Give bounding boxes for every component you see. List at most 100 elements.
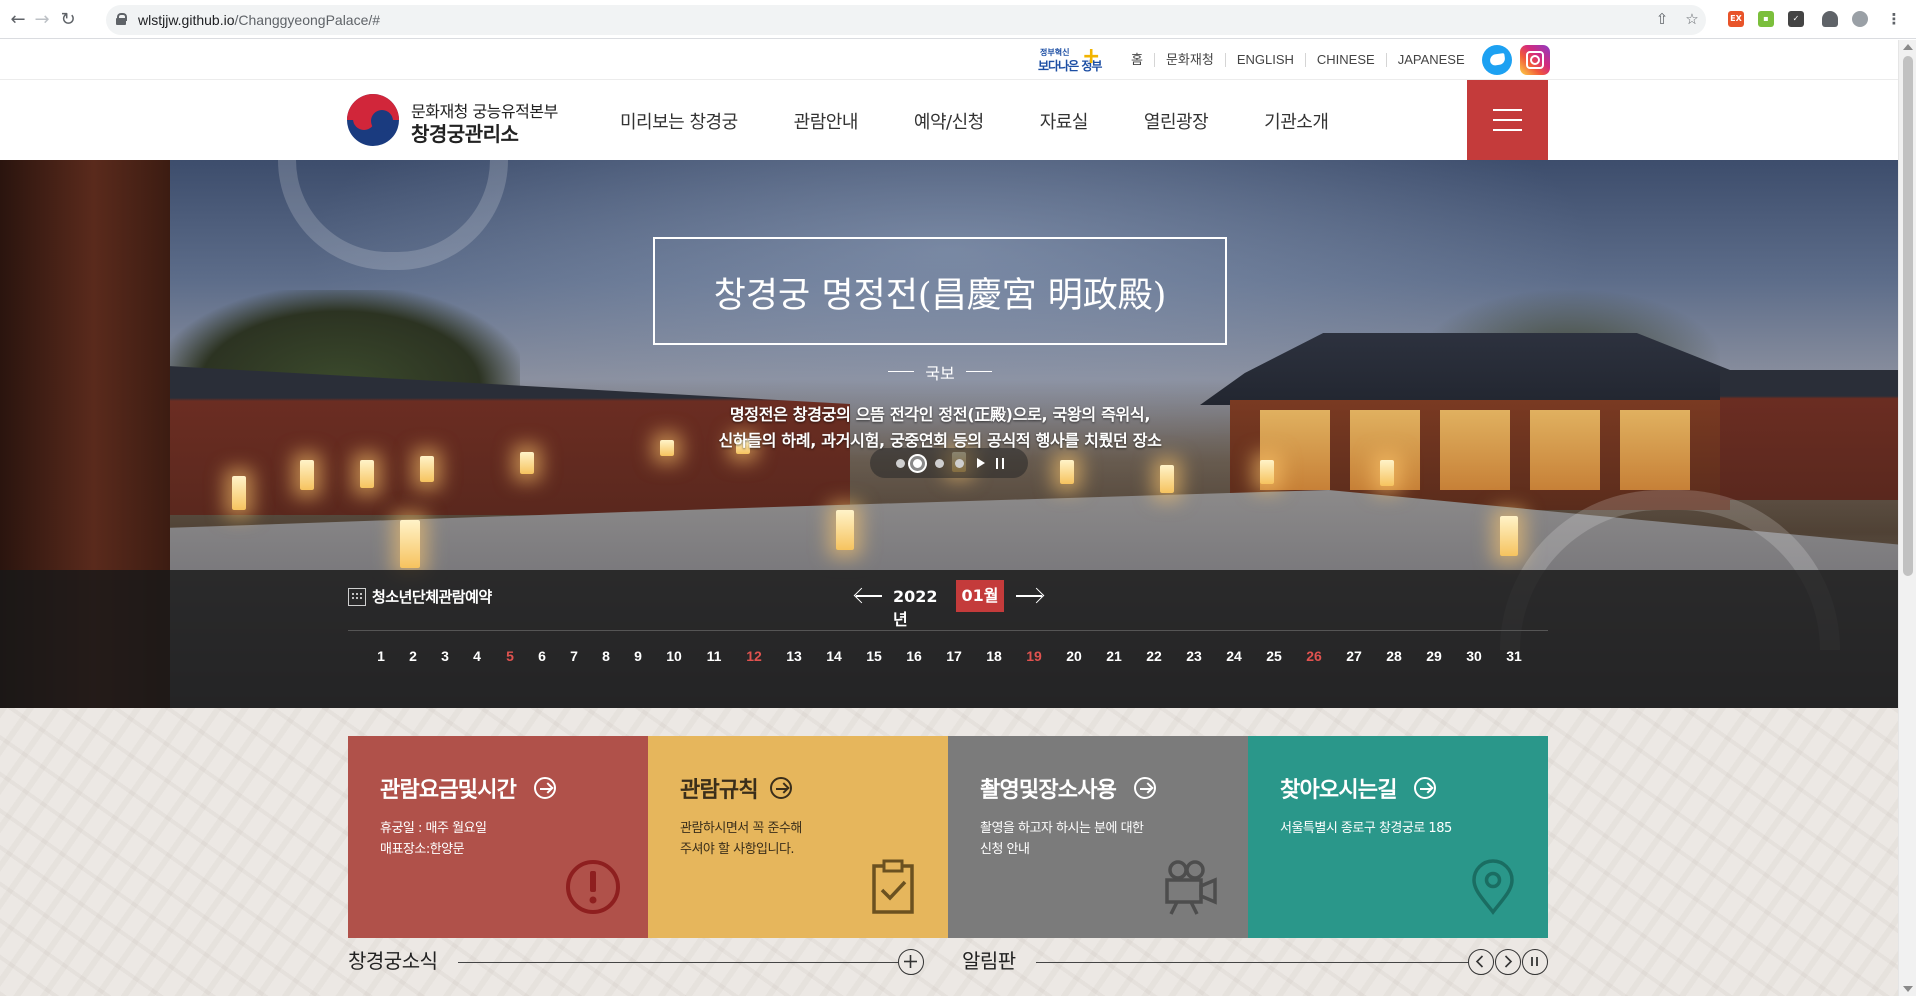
twitter-icon[interactable] (1482, 45, 1512, 75)
calendar-day[interactable]: 21 (1099, 648, 1129, 664)
card-rules[interactable]: 관람규칙 관람하시면서 꼭 준수해 주셔야 할 사항입니다. (648, 736, 948, 938)
plus-circle-icon[interactable] (898, 949, 924, 975)
card-title: 촬영및장소사용 (980, 778, 1117, 803)
share-icon[interactable]: ⇧ (1652, 9, 1672, 29)
scroll-thumb[interactable] (1903, 56, 1913, 576)
next-month-arrow-icon[interactable] (1016, 595, 1042, 597)
calendar-day[interactable]: 7 (559, 648, 589, 664)
calendar-day[interactable]: 6 (527, 648, 557, 664)
nav-item-guide[interactable]: 관람안내 (794, 108, 859, 133)
slide-dot-active[interactable] (910, 456, 925, 471)
play-icon[interactable] (977, 458, 985, 468)
card-title: 관람규칙 (680, 778, 759, 803)
page-scrollbar[interactable] (1898, 40, 1916, 996)
card-description-line: 주셔야 할 사항입니다. (680, 842, 795, 857)
util-link-chinese[interactable]: CHINESE (1304, 53, 1386, 67)
pause-circle-icon[interactable] (1522, 949, 1548, 975)
calendar-day[interactable]: 9 (623, 648, 653, 664)
taegeuk-logo-icon[interactable] (347, 94, 399, 146)
calendar-day[interactable]: 25 (1259, 648, 1289, 664)
calendar-day[interactable]: 17 (939, 648, 969, 664)
arrow-right-circle-icon (1134, 777, 1156, 799)
forward-icon[interactable]: → (30, 8, 54, 32)
chevron-left-icon[interactable] (1468, 949, 1494, 975)
card-description-line: 촬영을 하고자 하시는 분에 대한 (980, 821, 1144, 836)
slide-dot[interactable] (955, 459, 964, 468)
card-fees-hours[interactable]: 관람요금및시간 휴궁일 : 매주 월요일 매표장소:한양문 (348, 736, 648, 938)
calendar-day[interactable]: 15 (859, 648, 889, 664)
calendar-day[interactable]: 31 (1499, 648, 1529, 664)
extension-icon[interactable]: EX (1728, 11, 1744, 27)
address-bar[interactable]: wlstjjw.github.io/ChanggyeongPalace/# (106, 5, 1706, 35)
calendar-days: 1 2 3 4 5 6 7 8 9 10 11 12 13 14 15 16 17 18 19 20 21 22 23 24 2… (0, 648, 1898, 668)
util-link-cha[interactable]: 문화재청 (1153, 53, 1225, 67)
card-description: 서울특별시 종로구 창경궁로 185 (1280, 818, 1452, 839)
nav-item-preview[interactable]: 미리보는 창경궁 (620, 108, 738, 133)
back-icon[interactable]: ← (6, 8, 30, 32)
calendar-day[interactable]: 12 (739, 648, 769, 664)
scroll-down-icon[interactable] (1903, 986, 1913, 992)
card-description: 관람하시면서 꼭 준수해 주셔야 할 사항입니다. (680, 818, 802, 860)
puzzle-icon[interactable] (1822, 11, 1838, 27)
nav-item-about[interactable]: 기관소개 (1264, 108, 1329, 133)
calendar-day[interactable]: 28 (1379, 648, 1409, 664)
gov-innovation-logo[interactable]: 정부혁신 보다나은 정부 + (1038, 45, 1104, 75)
calendar-label[interactable]: 청소년단체관람예약 (372, 586, 492, 607)
util-link-japanese[interactable]: JAPANESE (1385, 53, 1476, 67)
extension-icon[interactable]: ✓ (1788, 11, 1804, 27)
star-icon[interactable]: ☆ (1682, 9, 1702, 29)
hero-slider: 창경궁 명정전(昌慶宮 明政殿) 국보 명정전은 창경궁의 으뜸 전각인 정전(… (0, 160, 1898, 708)
slide-dot[interactable] (935, 459, 944, 468)
section-title-board[interactable]: 알림판 (962, 945, 1016, 974)
lock-icon (116, 13, 127, 25)
calendar-day[interactable]: 19 (1019, 648, 1049, 664)
calendar-day[interactable]: 8 (591, 648, 621, 664)
util-link-english[interactable]: ENGLISH (1224, 53, 1305, 67)
profile-icon[interactable] (1852, 11, 1868, 27)
calendar-day[interactable]: 3 (430, 648, 460, 664)
scroll-up-icon[interactable] (1903, 44, 1913, 50)
nav-item-reservation[interactable]: 예약/신청 (914, 108, 984, 133)
instagram-icon[interactable] (1520, 45, 1550, 75)
calendar-day[interactable]: 16 (899, 648, 929, 664)
slide-dot[interactable] (896, 459, 905, 468)
calendar-day[interactable]: 29 (1419, 648, 1449, 664)
nav-item-archive[interactable]: 자료실 (1040, 108, 1089, 133)
reload-icon[interactable]: ↻ (56, 8, 80, 32)
prev-month-arrow-icon[interactable] (856, 595, 882, 597)
util-link-home[interactable]: 홈 (1120, 53, 1154, 67)
calendar-day[interactable]: 4 (462, 648, 492, 664)
arrow-right-circle-icon (1414, 777, 1436, 799)
calendar-day[interactable]: 14 (819, 648, 849, 664)
browser-toolbar: ← → ↻ wlstjjw.github.io/ChanggyeongPalac… (0, 0, 1916, 39)
calendar-divider (348, 630, 1548, 631)
calendar-day[interactable]: 10 (659, 648, 689, 664)
calendar-day[interactable]: 23 (1179, 648, 1209, 664)
utility-bar: 정부혁신 보다나은 정부 + 홈 문화재청 ENGLISH CHINESE JA… (0, 40, 1898, 80)
calendar-day[interactable]: 27 (1339, 648, 1369, 664)
calendar-day[interactable]: 2 (398, 648, 428, 664)
calendar-day[interactable]: 1 (366, 648, 396, 664)
brand-title[interactable]: 창경궁관리소 (411, 118, 519, 147)
card-filming[interactable]: 촬영및장소사용 촬영을 하고자 하시는 분에 대한 신청 안내 (948, 736, 1248, 938)
calendar-day[interactable]: 18 (979, 648, 1009, 664)
calendar-day[interactable]: 20 (1059, 648, 1089, 664)
section-title-news[interactable]: 창경궁소식 (348, 945, 438, 974)
hamburger-menu-button[interactable] (1467, 80, 1548, 160)
calendar-day[interactable]: 13 (779, 648, 809, 664)
extension-icon[interactable]: ▪ (1758, 11, 1774, 27)
calendar-day[interactable]: 11 (699, 648, 729, 664)
card-description-line: 신청 안내 (980, 842, 1030, 857)
calendar-day[interactable]: 24 (1219, 648, 1249, 664)
calendar-day[interactable]: 30 (1459, 648, 1489, 664)
card-directions[interactable]: 찾아오시는길 서울특별시 종로구 창경궁로 185 (1248, 736, 1548, 938)
calendar-year: 2022년 (893, 587, 938, 629)
pause-icon[interactable] (996, 458, 1004, 469)
more-icon[interactable]: ⋮ (1884, 9, 1904, 29)
chevron-right-icon[interactable] (1495, 949, 1521, 975)
calendar-day[interactable]: 26 (1299, 648, 1329, 664)
calendar-day[interactable]: 5 (495, 648, 525, 664)
nav-item-community[interactable]: 열린광장 (1144, 108, 1209, 133)
calendar-day[interactable]: 22 (1139, 648, 1169, 664)
web-page: 정부혁신 보다나은 정부 + 홈 문화재청 ENGLISH CHINESE JA… (0, 40, 1898, 996)
